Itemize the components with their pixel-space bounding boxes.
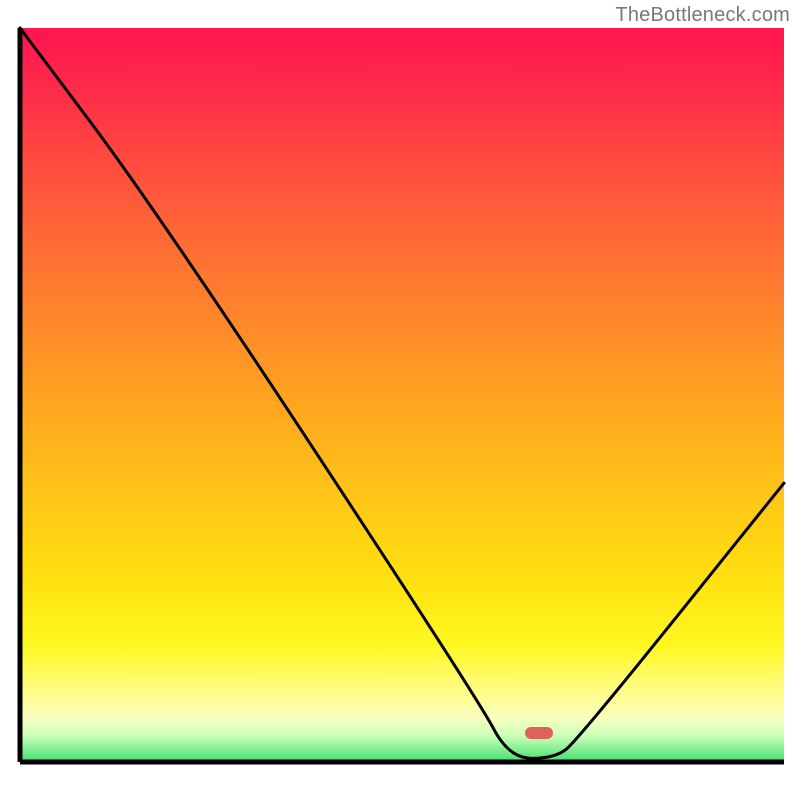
gradient-background — [20, 28, 784, 762]
chart-container: TheBottleneck.com — [0, 0, 800, 800]
optimal-marker — [525, 727, 553, 739]
watermark-text: TheBottleneck.com — [615, 4, 790, 27]
